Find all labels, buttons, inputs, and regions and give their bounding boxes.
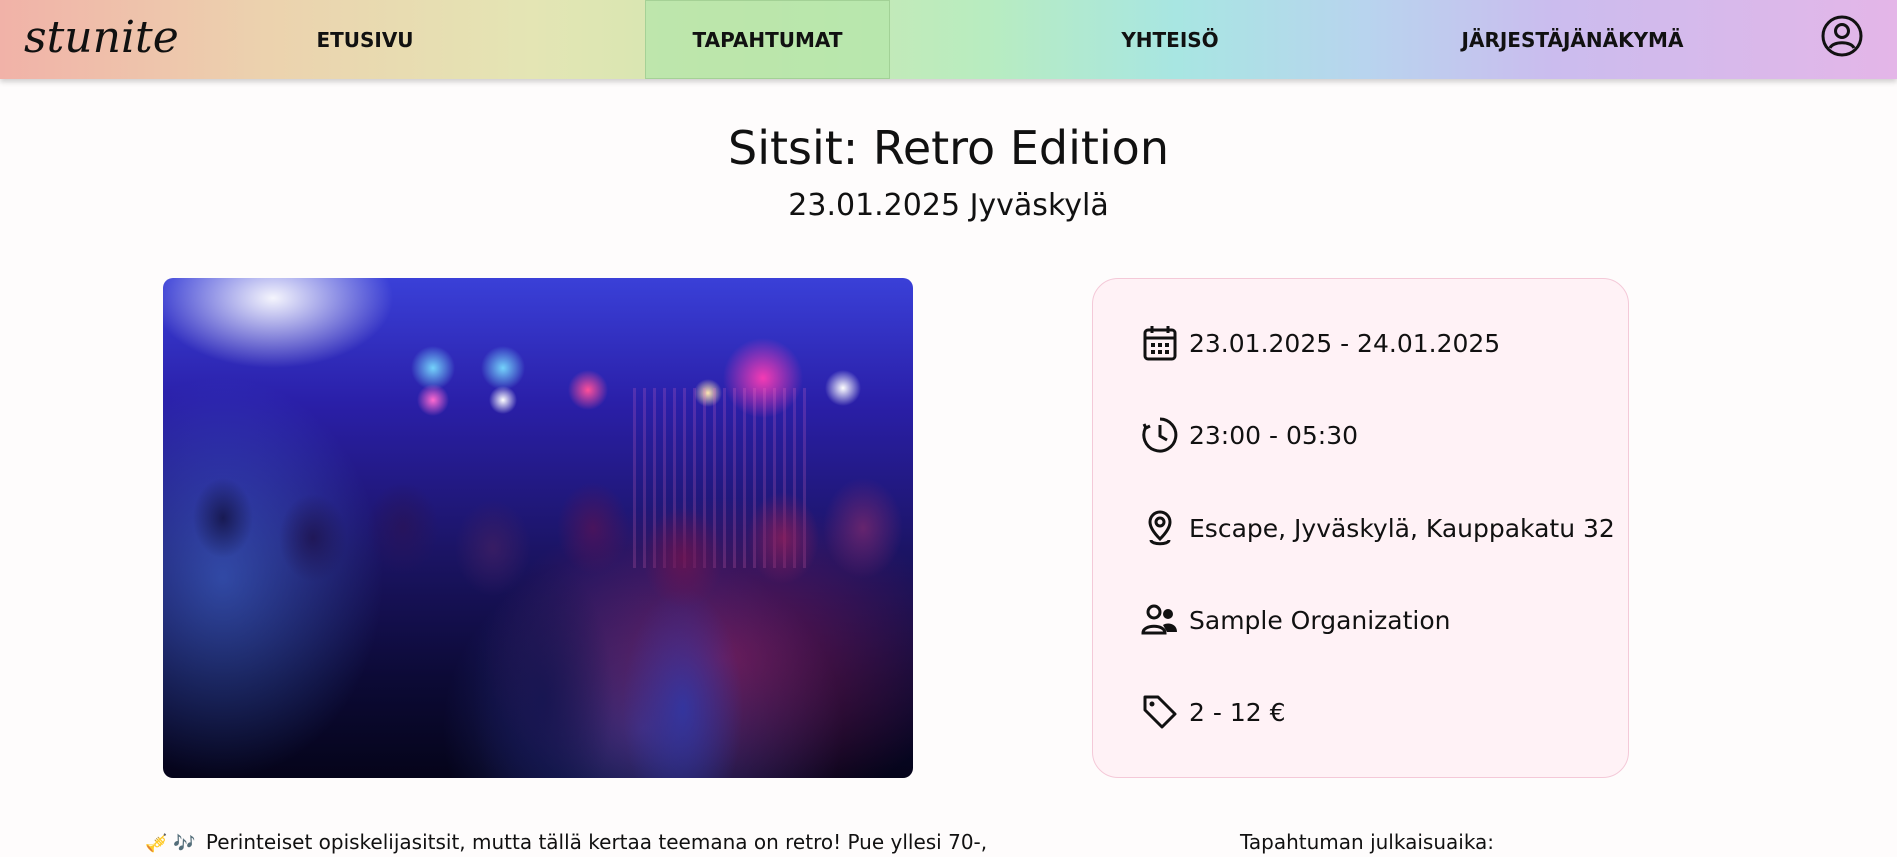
info-row-price: 2 - 12 € <box>1141 690 1285 734</box>
users-icon <box>1141 601 1179 639</box>
event-time: 23:00 - 05:30 <box>1189 420 1359 450</box>
event-description: 🎺 🎶 Perinteiset opiskelijasitsit, mutta … <box>145 828 987 857</box>
logo[interactable]: stunite <box>24 10 179 66</box>
info-row-dates: 23.01.2025 - 24.01.2025 <box>1141 321 1500 365</box>
nav-item-etusivu[interactable]: ETUSIVU <box>245 0 485 79</box>
nav-item-jarjestajanakyma[interactable]: JÄRJESTÄJÄNÄKYMÄ <box>1420 0 1725 79</box>
event-subtitle: 23.01.2025 Jyväskylä <box>788 188 1109 223</box>
nav-item-yhteiso[interactable]: YHTEISÖ <box>1050 0 1290 79</box>
event-dates: 23.01.2025 - 24.01.2025 <box>1189 328 1501 358</box>
event-image <box>163 278 913 778</box>
event-info-card: 23.01.2025 - 24.01.2025 23:00 - 05:30 Es… <box>1092 278 1629 778</box>
info-row-organizer: Sample Organization <box>1141 598 1451 642</box>
price-tag-icon <box>1141 693 1179 731</box>
top-navbar: stunite ETUSIVU TAPAHTUMAT YHTEISÖ JÄRJE… <box>0 0 1897 79</box>
info-row-location: Escape, Jyväskylä, Kauppakatu 32 <box>1141 506 1615 550</box>
description-text: Perinteiset opiskelijasitsit, mutta täll… <box>205 830 988 854</box>
calendar-icon <box>1141 324 1179 362</box>
event-location: Escape, Jyväskylä, Kauppakatu 32 <box>1189 513 1615 543</box>
published-time-label: Tapahtuman julkaisuaika: <box>1240 830 1495 854</box>
location-pin-icon <box>1141 509 1179 547</box>
event-price: 2 - 12 € <box>1189 697 1286 727</box>
image-crowd <box>163 458 913 778</box>
info-row-time: 23:00 - 05:30 <box>1141 413 1358 457</box>
profile-button[interactable] <box>1820 14 1864 58</box>
event-title: Sitsit: Retro Edition <box>728 121 1169 175</box>
event-organizer: Sample Organization <box>1189 605 1451 635</box>
description-emoji: 🎺 🎶 <box>145 833 196 854</box>
nav-item-tapahtumat[interactable]: TAPAHTUMAT <box>645 0 890 79</box>
clock-icon <box>1141 416 1179 454</box>
user-circle-icon <box>1821 15 1863 57</box>
